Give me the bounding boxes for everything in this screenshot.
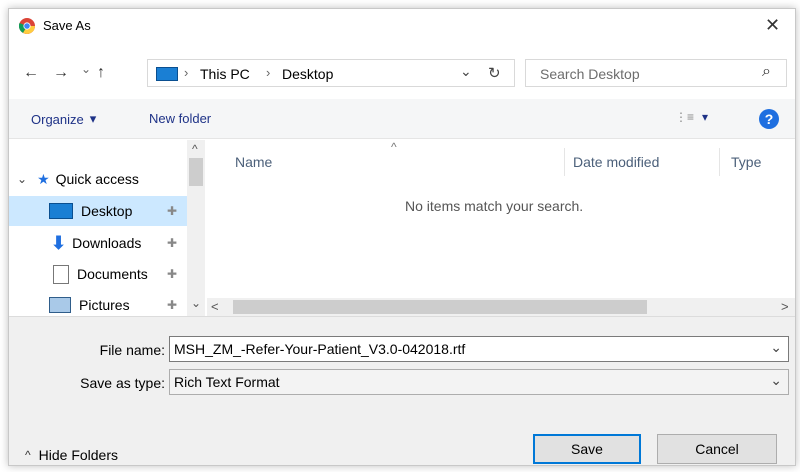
save-as-type-select[interactable]: Rich Text Format ⌄ xyxy=(169,369,789,395)
chrome-icon xyxy=(18,18,35,34)
save-as-type-label: Save as type: xyxy=(80,375,165,391)
pin-icon[interactable]: ✚ xyxy=(167,236,177,250)
horizontal-scrollbar[interactable]: < > xyxy=(207,298,795,316)
view-list-icon: ⋮≡ xyxy=(675,110,695,124)
help-icon[interactable]: ? xyxy=(759,109,779,129)
file-list-pane: ^ Name Date modified Type No items match… xyxy=(207,140,795,316)
back-arrow-icon[interactable]: ← xyxy=(23,64,39,82)
organize-label: Organize xyxy=(31,111,84,127)
file-name-field[interactable]: MSH_ZM_-Refer-Your-Patient_V3.0-042018.r… xyxy=(169,336,789,362)
address-dropdown-icon[interactable]: ⌄ xyxy=(460,63,472,80)
save-options-area: File name: MSH_ZM_-Refer-Your-Patient_V3… xyxy=(9,316,795,465)
file-name-value: MSH_ZM_-Refer-Your-Patient_V3.0-042018.r… xyxy=(174,341,466,357)
expand-chevron-icon[interactable]: ⌄ xyxy=(17,172,27,186)
cancel-button[interactable]: Cancel xyxy=(657,434,777,464)
column-header-type[interactable]: Type xyxy=(731,154,761,170)
search-placeholder: Search Desktop xyxy=(540,66,640,82)
toolbar: Organize ▾ New folder ⋮≡ ▾ ? xyxy=(9,99,795,139)
sidebar-item-label: Documents xyxy=(77,266,148,282)
column-divider xyxy=(564,148,565,176)
desktop-icon xyxy=(49,203,73,219)
recent-locations-icon[interactable]: ⌄ xyxy=(81,62,91,76)
pin-icon[interactable]: ✚ xyxy=(167,204,177,218)
chevron-down-icon: ▾ xyxy=(702,110,709,124)
scroll-up-icon[interactable]: ^ xyxy=(192,142,198,156)
breadcrumb-desktop[interactable]: Desktop xyxy=(282,66,333,82)
star-icon: ★ xyxy=(37,170,50,187)
window-title: Save As xyxy=(43,18,91,33)
column-header-date-modified[interactable]: Date modified xyxy=(573,154,659,170)
sidebar-scrollbar[interactable]: ^ ⌄ xyxy=(187,140,205,316)
new-folder-button[interactable]: New folder xyxy=(149,111,211,126)
search-icon[interactable]: ⌕ xyxy=(762,63,771,81)
chevron-down-icon: ▾ xyxy=(89,111,97,126)
sidebar-item-downloads[interactable]: ⬇ Downloads ✚ xyxy=(9,228,187,258)
scroll-left-icon[interactable]: < xyxy=(211,299,219,314)
breadcrumb-sep-icon: › xyxy=(184,65,189,80)
scroll-down-icon[interactable]: ⌄ xyxy=(191,296,201,310)
hide-folders-button[interactable]: ^ Hide Folders xyxy=(25,447,118,463)
hscroll-thumb[interactable] xyxy=(233,300,647,314)
hide-folders-label: Hide Folders xyxy=(38,447,119,463)
chevron-up-icon: ^ xyxy=(25,448,31,462)
navigation-pane: ⌄ ★ Quick access Desktop ✚ ⬇ Downloads ✚… xyxy=(9,140,207,316)
scroll-right-icon[interactable]: > xyxy=(781,299,789,314)
save-as-type-value: Rich Text Format xyxy=(174,374,280,390)
sidebar-item-label: Pictures xyxy=(79,297,130,313)
pin-icon[interactable]: ✚ xyxy=(167,267,177,281)
title-bar: Save As ✕ xyxy=(9,9,795,43)
sidebar-item-label: Downloads xyxy=(72,235,142,251)
breadcrumb-sep-icon: › xyxy=(266,65,271,80)
monitor-icon xyxy=(156,67,178,81)
sidebar-item-desktop[interactable]: Desktop ✚ xyxy=(9,196,187,226)
empty-state-message: No items match your search. xyxy=(405,198,584,214)
pin-icon[interactable]: ✚ xyxy=(167,298,177,312)
scroll-thumb[interactable] xyxy=(189,158,203,186)
file-name-label: File name: xyxy=(99,342,165,358)
chevron-down-icon[interactable]: ⌄ xyxy=(770,339,782,356)
breadcrumb-this-pc[interactable]: This PC xyxy=(200,66,250,82)
organize-button[interactable]: Organize ▾ xyxy=(31,111,96,127)
download-arrow-icon: ⬇ xyxy=(51,232,67,253)
close-icon[interactable]: ✕ xyxy=(765,15,780,36)
up-arrow-icon[interactable]: ↑ xyxy=(97,64,105,82)
column-header-name[interactable]: Name xyxy=(235,154,272,170)
sidebar-item-quick-access[interactable]: ⌄ ★ Quick access xyxy=(9,164,187,194)
column-divider xyxy=(719,148,720,176)
sidebar-item-label: Quick access xyxy=(55,171,139,187)
document-icon xyxy=(53,264,69,284)
pictures-icon xyxy=(49,297,71,313)
sort-ascending-icon: ^ xyxy=(391,140,397,154)
chevron-down-icon[interactable]: ⌄ xyxy=(770,372,782,389)
refresh-icon[interactable]: ↻ xyxy=(488,64,501,82)
forward-arrow-icon[interactable]: → xyxy=(53,64,69,82)
view-options-button[interactable]: ⋮≡ ▾ xyxy=(675,110,708,124)
sidebar-item-documents[interactable]: Documents ✚ xyxy=(9,259,187,289)
address-bar[interactable]: › This PC › Desktop ⌄ ↻ xyxy=(147,59,515,87)
search-input[interactable]: Search Desktop ⌕ xyxy=(525,59,787,87)
save-as-dialog: Save As ✕ ← → ⌄ ↑ › This PC › Desktop ⌄ … xyxy=(8,8,796,466)
sidebar-item-label: Desktop xyxy=(81,203,133,219)
save-button[interactable]: Save xyxy=(533,434,641,464)
